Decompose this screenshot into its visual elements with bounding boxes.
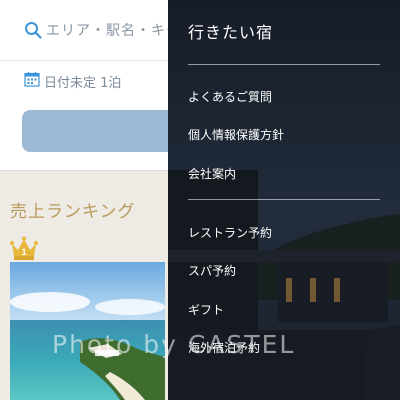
menu-item-faq[interactable]: よくあるご質問 <box>188 88 272 105</box>
search-icon <box>25 22 42 39</box>
menu-item-spa-reservation[interactable]: スパ予約 <box>188 262 236 279</box>
calendar-icon <box>24 72 40 87</box>
area-search-field[interactable]: エリア・駅名・キー <box>0 0 180 61</box>
menu-item-privacy-policy[interactable]: 個人情報保護方針 <box>188 126 284 143</box>
date-field[interactable]: 日付未定 1泊 <box>0 60 168 100</box>
menu-item-restaurant-reservation[interactable]: レストラン予約 <box>188 224 272 241</box>
menu-title-favorites[interactable]: 行きたい宿 <box>188 19 273 43</box>
menu-divider <box>188 64 380 65</box>
date-value: 日付未定 1泊 <box>44 76 122 91</box>
rank-number: 1 <box>21 247 26 257</box>
search-card: エリア・駅名・キー 日付未定 1泊 <box>0 0 182 171</box>
search-button[interactable] <box>22 110 182 152</box>
ranking-heading: 売上ランキング <box>10 202 136 222</box>
menu-divider <box>188 199 380 200</box>
menu-item-company[interactable]: 会社案内 <box>188 165 236 182</box>
crown-icon: 1 <box>10 236 38 260</box>
menu-item-gift[interactable]: ギフト <box>188 301 224 318</box>
photo-credit-watermark: Photo by CASTEL <box>52 330 296 359</box>
area-search-placeholder: エリア・駅名・キー <box>46 23 181 39</box>
